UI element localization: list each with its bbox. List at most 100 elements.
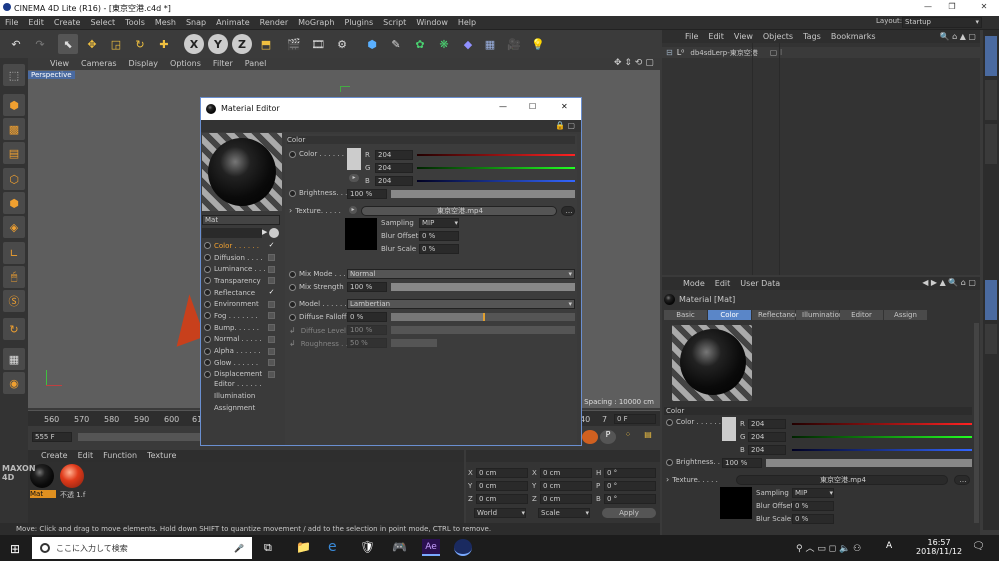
animate-radio[interactable] — [289, 150, 296, 158]
menu-window[interactable]: Window — [411, 16, 453, 30]
diffuse-falloff-field[interactable]: 0 % — [347, 312, 387, 322]
side-tab-structure[interactable] — [985, 124, 997, 164]
edge-icon[interactable]: e — [328, 539, 337, 555]
light-icon[interactable]: 💡 — [528, 34, 548, 54]
scale-icon[interactable]: ◲ — [106, 34, 126, 54]
animate-radio[interactable] — [289, 300, 296, 308]
channel-item[interactable]: Transparency — [202, 275, 282, 287]
points-mode-icon[interactable]: ⬡ — [3, 168, 25, 190]
deformer-icon[interactable]: ◆ — [458, 34, 478, 54]
animate-radio[interactable] — [204, 335, 211, 343]
channel-item[interactable]: Alpha . . . . . . — [202, 345, 282, 357]
r-field[interactable]: 204 — [748, 419, 786, 429]
viewport-menu-view[interactable]: View — [44, 58, 75, 70]
g-slider[interactable] — [417, 167, 575, 169]
brightness-slider[interactable] — [766, 459, 972, 467]
frame-range-slider[interactable] — [78, 433, 200, 441]
workplane-mode-icon[interactable]: ▤ — [3, 142, 25, 164]
rotate-icon[interactable]: ↻ — [130, 34, 150, 54]
dialog-lock-icon[interactable]: 🔒 ▢ — [555, 121, 575, 130]
tab-reflectance[interactable]: Reflectance — [752, 310, 799, 320]
attrmgr-menu-user-data[interactable]: User Data — [735, 277, 785, 290]
tab-color[interactable]: Color — [708, 310, 751, 320]
channel-extra-item[interactable]: Editor . . . . . . — [202, 380, 282, 392]
texture-browse-button[interactable]: … — [561, 206, 575, 216]
coordinate-system-icon[interactable]: ⬒ — [256, 34, 276, 54]
texture-field[interactable]: 東京空港.mp4 — [361, 206, 557, 216]
texture-browse-button[interactable]: … — [954, 475, 970, 485]
menu-script[interactable]: Script — [378, 16, 411, 30]
matmgr-menu-edit[interactable]: Edit — [73, 450, 99, 462]
matmgr-menu-create[interactable]: Create — [36, 450, 73, 462]
play-icon[interactable]: ▶ — [262, 228, 269, 238]
mix-mode-select[interactable]: Normal ▾ — [347, 269, 575, 279]
link-icon[interactable] — [269, 228, 279, 238]
coord-field[interactable]: 0 cm — [540, 493, 592, 504]
channel-item[interactable]: Reflectance ✓ — [202, 287, 282, 299]
menu-file[interactable]: File — [0, 16, 23, 30]
tab-illumination[interactable]: Illumination — [796, 310, 843, 320]
notifications-icon[interactable]: 🗨 — [972, 541, 985, 552]
side-tab-attributes[interactable] — [985, 280, 997, 320]
object-manager-tools[interactable]: 🔍 ⌂ ▲ ▢ — [940, 32, 976, 41]
channel-item[interactable]: Luminance . . . — [202, 263, 282, 275]
channel-checkbox[interactable] — [268, 265, 275, 273]
color-mode-icon[interactable]: ▸ — [349, 174, 359, 182]
viewport-nav-icons[interactable]: ✥ ⇕ ⟲ ▢ — [614, 58, 654, 68]
channel-item[interactable]: Environment — [202, 298, 282, 310]
coord-field[interactable]: 0 cm — [476, 480, 528, 491]
menu-mograph[interactable]: MoGraph — [293, 16, 339, 30]
minimize-button[interactable]: — — [923, 2, 933, 11]
expand-icon[interactable]: ⊟ — [666, 48, 673, 57]
channel-checkbox[interactable] — [268, 324, 275, 332]
render-picture-viewer-icon[interactable]: 🎞 — [308, 34, 328, 54]
animate-radio[interactable] — [289, 270, 296, 278]
side-tab-content-browser[interactable] — [985, 80, 997, 120]
coord-field[interactable]: 0 ° — [604, 467, 656, 478]
channel-item[interactable]: Color . . . . . . ✓ — [202, 240, 282, 252]
animate-radio[interactable] — [289, 189, 296, 197]
redo-icon[interactable]: ↷ — [30, 34, 50, 54]
x-axis-lock-icon[interactable]: X — [184, 34, 204, 54]
blur-scale-field[interactable]: 0 % — [419, 244, 459, 254]
g-field[interactable]: 204 — [748, 432, 786, 442]
viewport-menu-cameras[interactable]: Cameras — [75, 58, 123, 70]
tab-basic[interactable]: Basic — [664, 310, 707, 320]
blur-offset-field[interactable]: 0 % — [792, 501, 834, 511]
menu-create[interactable]: Create — [49, 16, 86, 30]
channel-item[interactable]: Bump. . . . . . — [202, 322, 282, 334]
channel-checkbox[interactable] — [268, 300, 275, 308]
coord-mode-select[interactable]: World ▾ — [474, 508, 526, 518]
solo-icon[interactable]: ◉ — [3, 372, 25, 394]
coord-field[interactable]: 0 cm — [540, 480, 592, 491]
y-axis-lock-icon[interactable]: Y — [208, 34, 228, 54]
channel-checkbox[interactable] — [268, 359, 275, 367]
channel-extra-item[interactable]: Assignment — [202, 404, 282, 416]
texture-mode-icon[interactable]: ▩ — [3, 118, 25, 140]
dialog-minimize-button[interactable]: — — [499, 102, 507, 111]
side-tab-objects[interactable] — [985, 36, 997, 76]
frame-right-field[interactable]: 0 F — [614, 414, 656, 424]
animate-radio[interactable] — [289, 313, 296, 321]
channel-checkbox[interactable] — [268, 370, 275, 378]
tab-editor[interactable]: Editor — [840, 310, 883, 320]
brightness-slider[interactable] — [391, 190, 575, 198]
menu-tools[interactable]: Tools — [120, 16, 150, 30]
viewport-menu-filter[interactable]: Filter — [207, 58, 239, 70]
channel-item[interactable]: Fog . . . . . . . — [202, 310, 282, 322]
z-axis-lock-icon[interactable]: Z — [232, 34, 252, 54]
brightness-field[interactable]: 100 % — [347, 189, 387, 199]
g-field[interactable]: 204 — [375, 163, 413, 173]
make-editable-icon[interactable]: ⬚ — [3, 64, 25, 86]
animate-radio[interactable] — [289, 283, 296, 291]
channel-checkbox[interactable]: ✓ — [268, 242, 275, 249]
subdivision-icon[interactable]: ✿ — [410, 34, 430, 54]
r-slider[interactable] — [792, 423, 972, 425]
brightness-field[interactable]: 100 % — [722, 458, 762, 468]
b-field[interactable]: 204 — [375, 176, 413, 186]
dialog-maximize-button[interactable]: ☐ — [529, 102, 536, 111]
diffuse-falloff-slider[interactable] — [391, 313, 575, 321]
tab-assign[interactable]: Assign — [884, 310, 927, 320]
channel-checkbox[interactable] — [268, 277, 275, 285]
mix-strength-field[interactable]: 100 % — [347, 282, 387, 292]
